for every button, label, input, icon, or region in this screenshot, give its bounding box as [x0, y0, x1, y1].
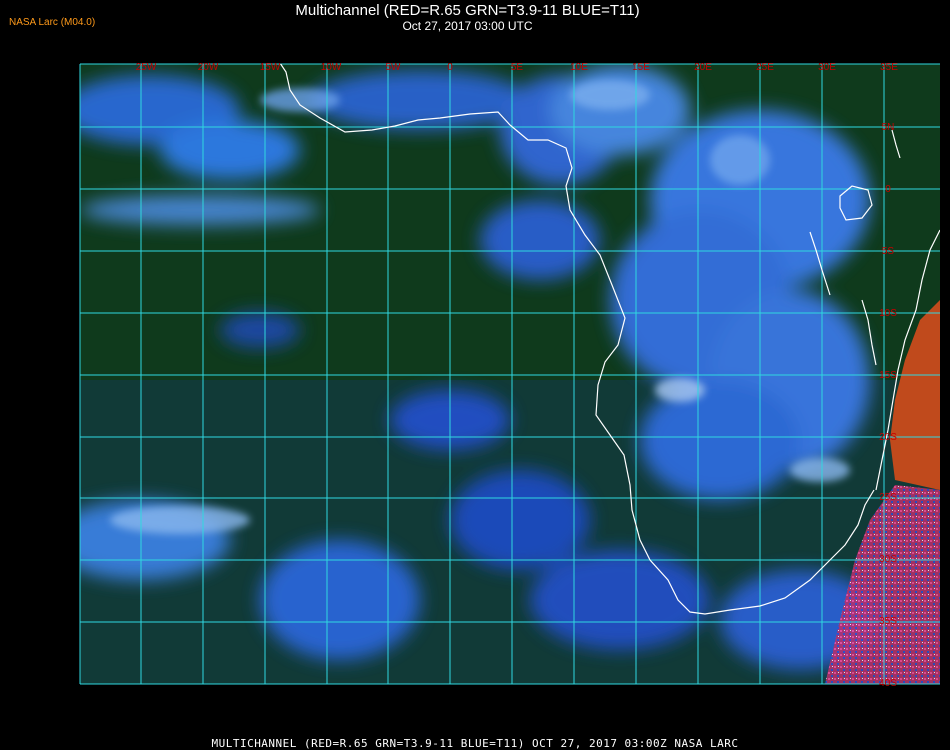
longitude-label: 15E [632, 62, 650, 73]
longitude-label: 10W [321, 62, 342, 73]
longitude-label: 20E [694, 62, 712, 73]
footer-caption: MULTICHANNEL (RED=R.65 GRN=T3.9-11 BLUE=… [211, 737, 739, 750]
longitude-label: 20W [198, 62, 219, 73]
satellite-image-viewer: NASA Larc (M04.0) Multichannel (RED=R.65… [0, 0, 950, 750]
longitude-label: 15W [260, 62, 281, 73]
longitude-label: 0 [447, 62, 453, 73]
longitude-label: 10E [570, 62, 588, 73]
latitude-label: 40S [879, 678, 897, 689]
longitude-label: 35E [880, 62, 898, 73]
longitude-label: 5W [386, 62, 402, 73]
latitude-label: 5S [882, 246, 895, 257]
latitude-label: 5N [882, 122, 895, 133]
latitude-label: 35S [879, 616, 897, 627]
satellite-map: 25W 20W 15W 10W 5W 0 5E 10E 15E 20E 25E 30E 35E 5N 0 5S… [79, 62, 940, 689]
longitude-label: 5E [511, 62, 524, 73]
latitude-label: 20S [879, 432, 897, 443]
satellite-imagery [80, 64, 940, 684]
longitude-label: 25W [136, 62, 157, 73]
latitude-label: 25S [879, 492, 897, 503]
latitude-label: 30S [879, 554, 897, 565]
latitude-label: 10S [879, 308, 897, 319]
latitude-label: 15S [879, 370, 897, 381]
longitude-label: 25E [756, 62, 774, 73]
longitude-label: 30E [818, 62, 836, 73]
latitude-label: 0 [885, 184, 891, 195]
